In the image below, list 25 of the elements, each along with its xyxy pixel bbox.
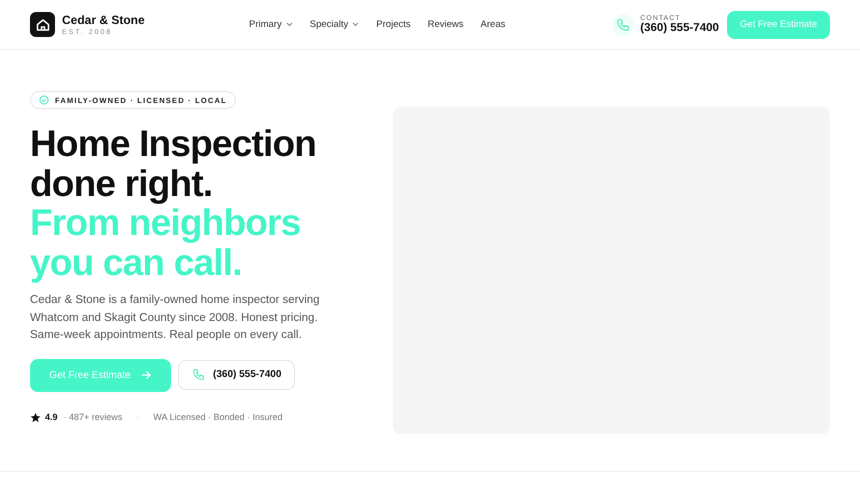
headline-text: done right. xyxy=(30,164,212,203)
brand-name: Cedar & Stone xyxy=(62,13,145,27)
chevron-icon xyxy=(286,22,293,27)
call-button[interactable]: (360) 555-7400 xyxy=(178,360,296,390)
phone-icon xyxy=(612,14,634,36)
review-count: · 487+ reviews xyxy=(64,412,122,422)
chevron-icon xyxy=(352,22,360,27)
arrow-icon xyxy=(140,370,152,380)
nav-link[interactable]: Areas xyxy=(480,19,506,30)
nav-link[interactable]: Primary xyxy=(249,19,293,30)
check-icon xyxy=(39,95,49,105)
headline-accent-text: From neighbors xyxy=(30,203,302,242)
nav-link[interactable]: Reviews xyxy=(428,19,464,30)
contact-phone[interactable]: (360) 555-7400 xyxy=(640,22,719,34)
separator-dot: · xyxy=(136,412,140,422)
house-icon[interactable] xyxy=(30,12,55,37)
star-icon xyxy=(30,412,41,422)
headline-text: Home Inspection xyxy=(30,124,318,164)
nav-link[interactable]: Projects xyxy=(376,19,411,30)
phone-icon xyxy=(192,368,205,381)
rating-value: 4.9 xyxy=(45,412,58,422)
nav-link[interactable]: Specialty xyxy=(310,19,360,30)
credentials-text: WA Licensed · Bonded · Insured xyxy=(153,412,283,422)
description-text: Cedar & Stone is a family-owned home inspector serving Whatcom and Skagit County since 2008. Honest pricing. Same-week appointments. Real people on every call. xyxy=(30,293,321,343)
headline-accent-text: you can call. xyxy=(30,242,242,282)
